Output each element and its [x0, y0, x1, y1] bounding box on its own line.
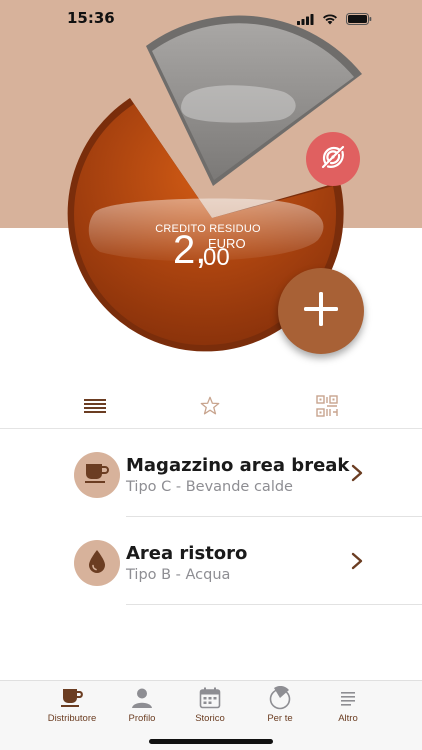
nav-distributore[interactable]: Distributore — [37, 686, 107, 726]
nav-altro[interactable]: Altro — [313, 686, 383, 726]
menu-lines-icon — [335, 686, 361, 710]
tab-qr[interactable] — [313, 395, 341, 421]
pie-icon — [267, 686, 293, 710]
list-item[interactable]: Magazzino area break Tipo C - Bevande ca… — [0, 429, 422, 517]
coffee-cup-icon — [83, 461, 111, 489]
nfc-disabled-icon — [317, 141, 349, 177]
qr-code-icon — [316, 395, 338, 421]
tab-favorites[interactable] — [196, 396, 224, 420]
credit-label: CREDITO RESIDUO — [155, 223, 261, 235]
nav-storico[interactable]: Storico — [175, 686, 245, 726]
nfc-toggle-button[interactable] — [306, 132, 360, 186]
home-indicator — [149, 739, 273, 744]
distributor-title: Area ristoro — [126, 543, 248, 564]
water-drop-icon — [86, 548, 108, 578]
nav-label: Distributore — [47, 713, 97, 724]
distributor-title: Magazzino area break — [126, 455, 350, 476]
list-item[interactable]: Area ristoro Tipo B - Acqua — [0, 517, 422, 605]
nav-label: Storico — [195, 713, 225, 724]
list-icon — [84, 398, 106, 418]
view-tabs — [0, 388, 422, 428]
distributor-list: Magazzino area break Tipo C - Bevande ca… — [0, 429, 422, 605]
add-credit-button[interactable] — [278, 268, 364, 354]
nav-label: Altro — [338, 713, 358, 724]
distributor-subtitle: Tipo C - Bevande calde — [126, 479, 293, 495]
chevron-right-icon — [350, 551, 364, 571]
nav-label: Per te — [267, 713, 293, 724]
calendar-icon — [197, 686, 223, 710]
vending-cup-icon — [59, 686, 85, 710]
chevron-right-icon — [350, 463, 364, 483]
tab-list[interactable] — [81, 396, 109, 420]
nav-label: Profilo — [128, 713, 156, 724]
nav-per-te[interactable]: Per te — [245, 686, 315, 726]
credit-amount-decimal: 00 — [203, 244, 230, 271]
star-icon — [199, 395, 221, 421]
nav-profilo[interactable]: Profilo — [107, 686, 177, 726]
person-icon — [129, 686, 155, 710]
distributor-subtitle: Tipo B - Acqua — [126, 567, 231, 583]
credit-amount-integer: 2, — [173, 228, 207, 272]
plus-icon — [301, 289, 341, 333]
